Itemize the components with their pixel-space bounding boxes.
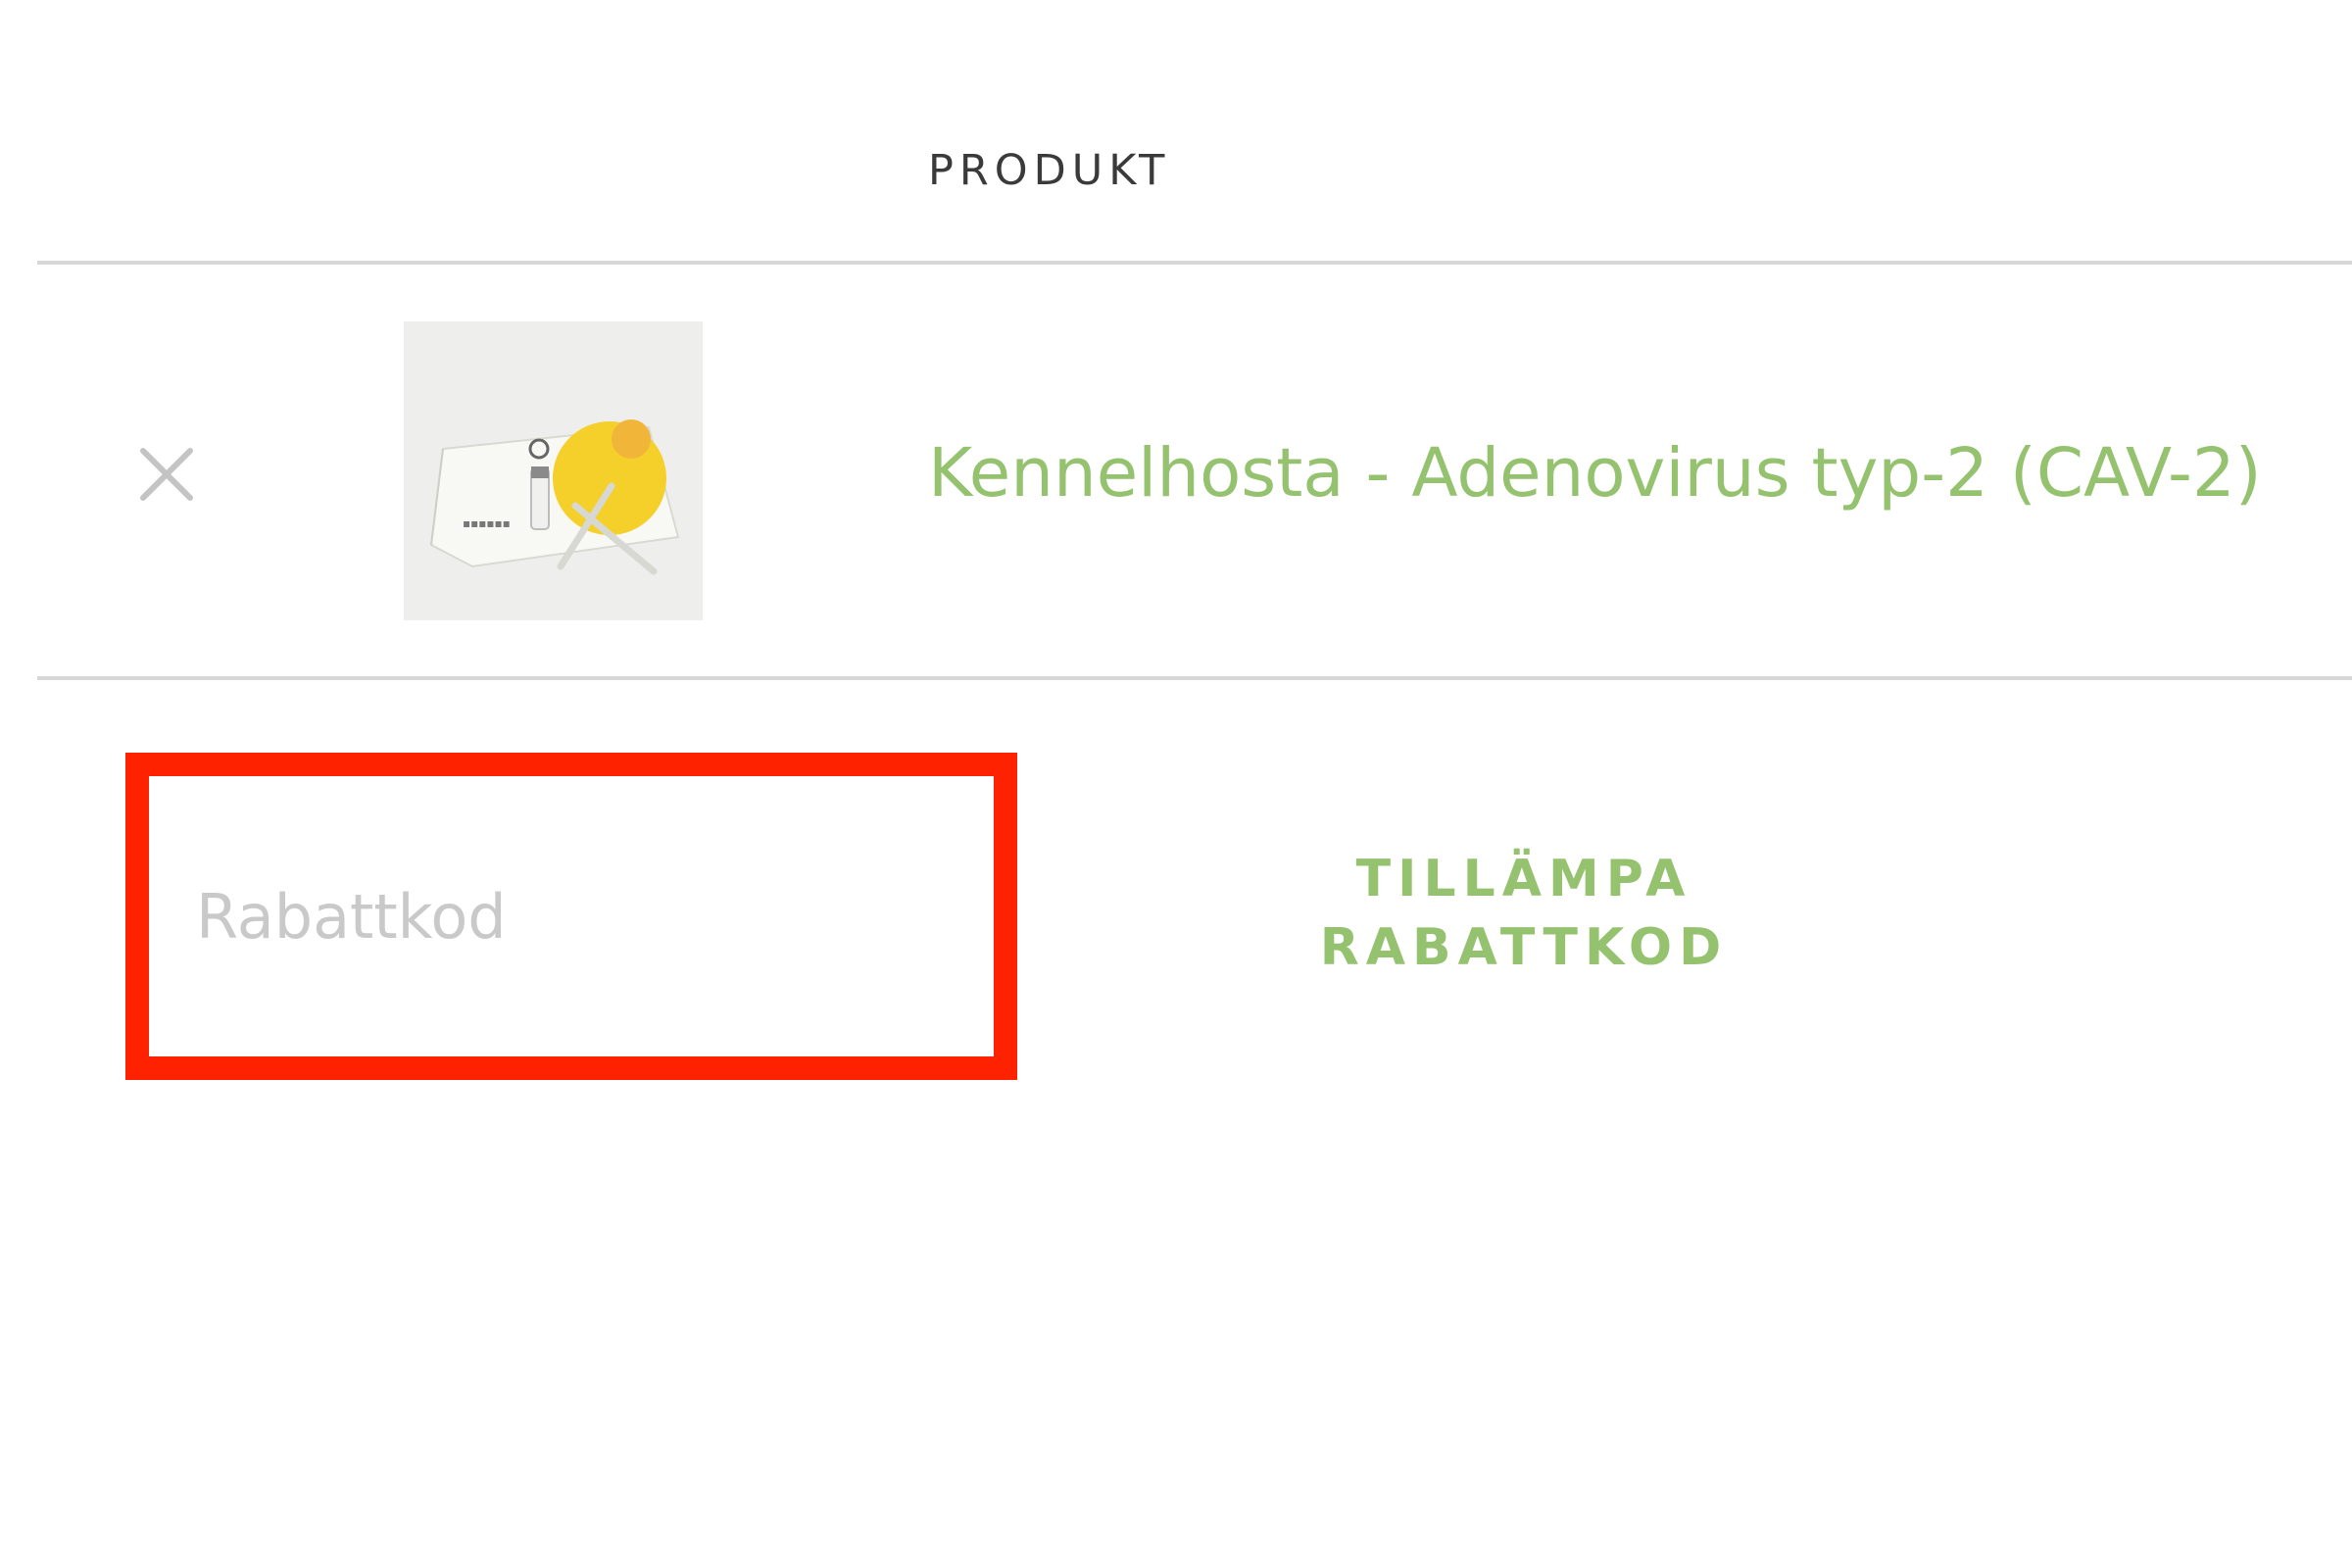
apply-coupon-label-line2: RABATTKOD (1319, 918, 1729, 977)
svg-text:▪▪▪▪▪▪: ▪▪▪▪▪▪ (463, 516, 511, 530)
remove-item-button[interactable] (135, 443, 198, 506)
table-divider-top (37, 261, 2352, 265)
test-kit-image: ▪▪▪▪▪▪ (404, 321, 703, 620)
cart-page: PRODUKT ▪▪▪▪▪▪ Kennelhosta - Adenovirus … (0, 0, 2352, 1568)
apply-coupon-button[interactable]: TILLÄMPA RABATTKOD (1294, 845, 1754, 982)
coupon-code-input[interactable] (149, 776, 994, 1056)
product-thumbnail[interactable]: ▪▪▪▪▪▪ (404, 321, 703, 620)
apply-coupon-label-line1: TILLÄMPA (1355, 850, 1692, 908)
coupon-input-highlight (125, 753, 1017, 1080)
product-name-link[interactable]: Kennelhosta - Adenovirus typ-2 (CAV-2) (928, 429, 2262, 517)
table-divider-bottom (37, 676, 2352, 680)
product-column-header: PRODUKT (928, 146, 1171, 195)
close-icon (140, 448, 193, 501)
